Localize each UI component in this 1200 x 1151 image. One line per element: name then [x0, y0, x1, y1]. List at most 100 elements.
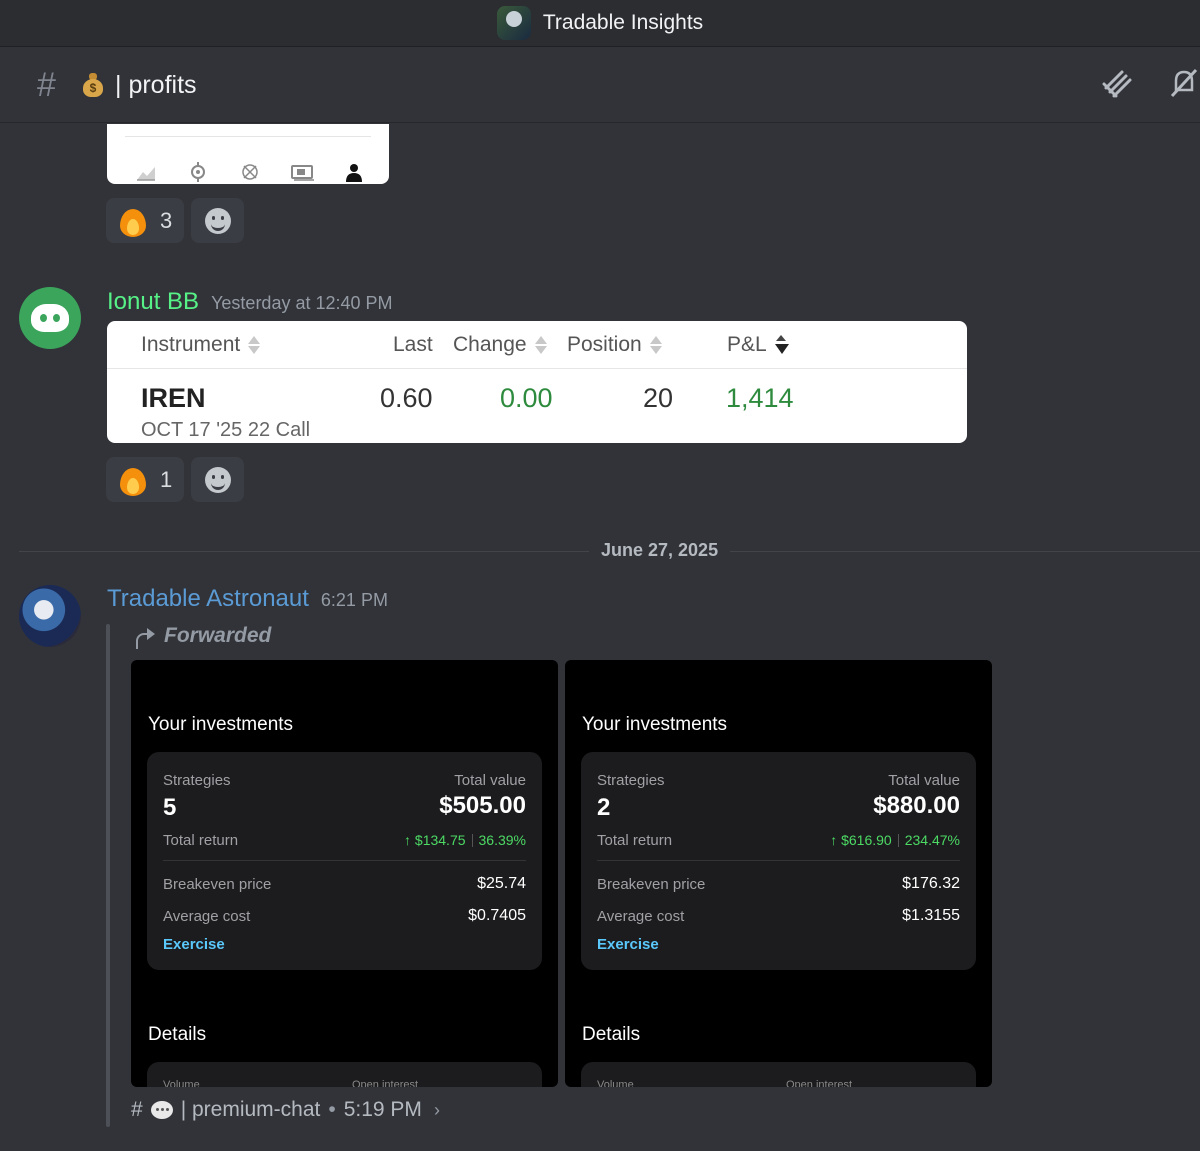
date-divider-label: June 27, 2025	[589, 540, 731, 561]
channel-name: | profits	[115, 70, 197, 99]
message-timestamp[interactable]: Yesterday at 12:40 PM	[211, 293, 392, 314]
smile-icon	[204, 466, 231, 493]
details-heading: Details	[148, 1024, 207, 1045]
fire-reaction[interactable]: 1	[106, 457, 185, 502]
discord-logo-icon	[31, 304, 69, 332]
volume-label: Volume	[163, 1079, 200, 1087]
forwarded-label: Forwarded	[134, 624, 271, 649]
add-reaction-button[interactable]	[191, 198, 245, 243]
add-reaction-button[interactable]	[191, 457, 245, 502]
total-return-label: Total return	[163, 832, 239, 849]
breakeven-value: $176.32	[902, 875, 960, 892]
investments-heading: Your investments	[582, 714, 728, 735]
sort-icon	[534, 335, 547, 355]
discover-icon	[187, 162, 209, 182]
total-value-label: Total value	[454, 772, 526, 789]
message-header: Tradable Astronaut 6:21 PM	[107, 585, 388, 613]
average-cost-value: $0.7405	[468, 907, 526, 924]
total-value: $505.00	[439, 792, 526, 819]
profile-icon	[343, 162, 365, 182]
attached-image-partial[interactable]	[107, 124, 389, 184]
investment-screenshot-2[interactable]: Your investments Strategies 2 Total valu…	[565, 660, 992, 1087]
sort-icon	[649, 335, 662, 355]
total-return: ↑ $616.90 234.47%	[830, 832, 960, 848]
pnl-value: 1,414	[726, 383, 794, 413]
exercise-link: Exercise	[163, 936, 225, 953]
strategies-count: 5	[163, 794, 177, 821]
last-price: 0.60	[380, 383, 433, 413]
message-header: Ionut BB Yesterday at 12:40 PM	[107, 288, 393, 316]
strategies-count: 2	[597, 794, 611, 821]
fire-icon	[118, 464, 148, 496]
volume-label: Volume	[597, 1079, 634, 1087]
notifications-muted-icon[interactable]	[1166, 66, 1200, 100]
chevron-right-icon: ›	[433, 1099, 440, 1120]
position-value: 20	[643, 383, 674, 413]
change-value: 0.00	[500, 383, 553, 413]
exercise-link: Exercise	[597, 936, 659, 953]
positions-table-image[interactable]: Instrument Last Change Position P&L IREN…	[107, 321, 967, 443]
avatar[interactable]	[19, 585, 81, 647]
smile-icon	[204, 207, 231, 234]
col-change: Change	[453, 333, 547, 357]
server-title: Tradable Insights	[542, 11, 704, 34]
author-name[interactable]: Ionut BB	[107, 288, 199, 316]
col-instrument: Instrument	[141, 333, 261, 357]
reaction-bar: 3	[106, 198, 245, 243]
fire-icon	[118, 205, 148, 237]
channel-header: # $ | profits	[0, 48, 1200, 123]
context-hash: #	[131, 1098, 143, 1121]
reaction-count: 3	[160, 207, 173, 233]
forward-indicator-bar	[106, 624, 110, 1127]
details-box: Volume Open interest	[147, 1062, 542, 1087]
forward-arrow-icon	[134, 626, 156, 649]
breakeven-value: $25.74	[477, 875, 526, 892]
reaction-bar: 1	[106, 457, 245, 502]
total-return-label: Total return	[597, 832, 673, 849]
average-cost-label: Average cost	[597, 908, 685, 925]
total-return: ↑ $134.75 36.39%	[404, 832, 526, 848]
context-time: 5:19 PM	[343, 1098, 422, 1121]
average-cost-value: $1.3155	[902, 907, 960, 924]
average-cost-label: Average cost	[163, 908, 251, 925]
instrument-symbol: IREN	[141, 383, 206, 413]
context-dot: •	[328, 1098, 336, 1121]
avatar[interactable]	[19, 287, 81, 349]
open-interest-label: Open interest	[786, 1079, 853, 1087]
options-icon	[239, 162, 261, 182]
date-divider: June 27, 2025	[19, 540, 1200, 562]
col-pnl: P&L	[727, 333, 789, 357]
channel-hash-icon: #	[37, 65, 56, 104]
sort-icon	[248, 335, 261, 355]
details-box: Volume Open interest	[581, 1062, 976, 1087]
speech-bubble-icon	[150, 1101, 173, 1119]
open-interest-label: Open interest	[352, 1079, 419, 1087]
cash-icon	[291, 162, 314, 182]
chart-icon	[135, 162, 157, 182]
author-name[interactable]: Tradable Astronaut	[107, 585, 309, 613]
details-heading: Details	[582, 1024, 641, 1045]
investment-screenshot-1[interactable]: Your investments Strategies 5 Total valu…	[131, 660, 558, 1087]
server-avatar-icon	[496, 6, 531, 40]
threads-icon[interactable]	[1102, 66, 1136, 100]
server-header: Tradable Insights	[0, 0, 1200, 47]
context-channel: | premium-chat	[180, 1098, 321, 1121]
instrument-contract: OCT 17 '25 22 Call	[141, 419, 311, 441]
total-value-label: Total value	[888, 772, 960, 789]
investment-summary: Strategies 2 Total value $880.00 Total r…	[581, 752, 976, 970]
total-value: $880.00	[873, 792, 960, 819]
forward-source-link[interactable]: # | premium-chat • 5:19 PM ›	[131, 1098, 440, 1122]
reaction-count: 1	[160, 466, 173, 492]
strategies-label: Strategies	[163, 772, 231, 789]
col-last: Last	[393, 333, 433, 356]
message-timestamp[interactable]: 6:21 PM	[321, 590, 388, 611]
col-position: Position	[567, 333, 662, 357]
breakeven-label: Breakeven price	[163, 876, 272, 893]
investment-summary: Strategies 5 Total value $505.00 Total r…	[147, 752, 542, 970]
investments-heading: Your investments	[148, 714, 294, 735]
fire-reaction[interactable]: 3	[106, 198, 185, 243]
money-bag-icon: $	[83, 73, 103, 97]
sort-desc-icon	[774, 335, 789, 355]
strategies-label: Strategies	[597, 772, 665, 789]
breakeven-label: Breakeven price	[597, 876, 706, 893]
